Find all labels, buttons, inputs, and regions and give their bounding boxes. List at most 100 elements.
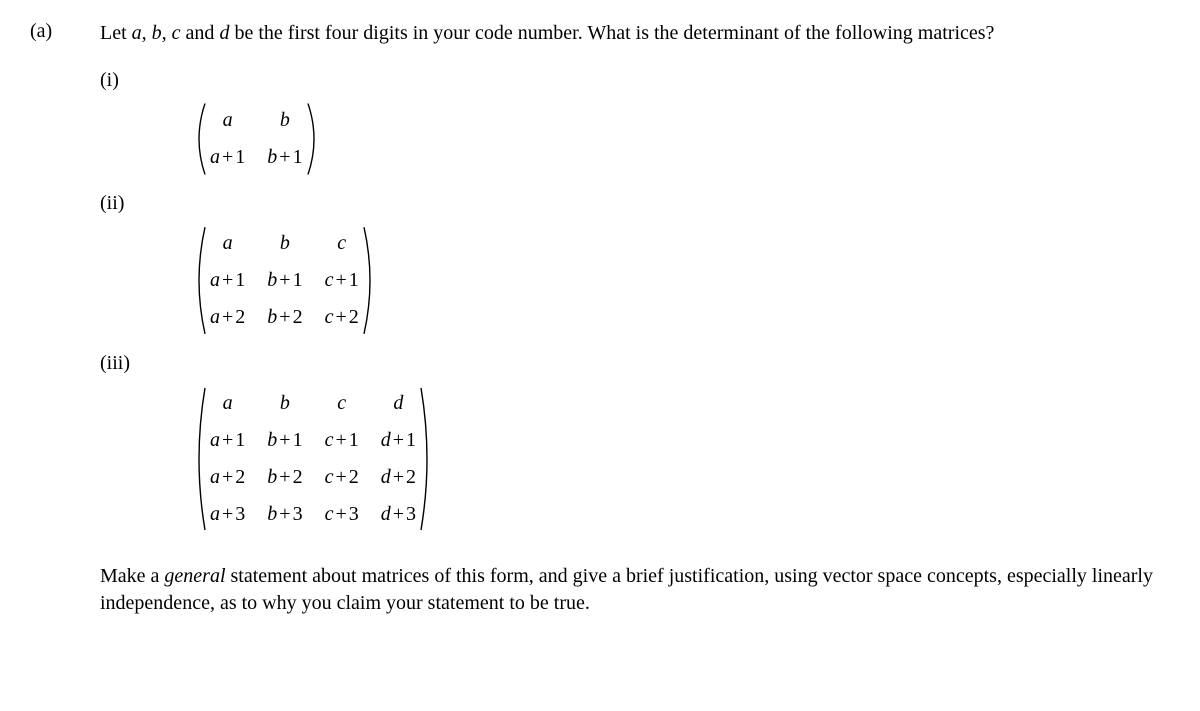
cell: b+2 — [267, 303, 302, 332]
cell-num: 3 — [235, 503, 245, 525]
cell: c — [325, 229, 359, 258]
cell: b — [267, 389, 302, 418]
problem-content: Let a, b, c and d be the first four digi… — [100, 20, 1170, 617]
cell: a — [210, 389, 245, 418]
closing-prefix: Make a — [100, 565, 164, 587]
matrix-iii: a b c d a+1 b+1 c+1 d+1 a+2 b+2 c+2 d+2 … — [190, 385, 436, 533]
cell-num: 3 — [293, 503, 303, 525]
matrix-i-container: a b a+1 b+1 — [100, 96, 1170, 190]
cell-num: 1 — [349, 429, 359, 451]
cell: d+3 — [381, 500, 416, 529]
cell: a — [210, 106, 245, 135]
cell-num: 2 — [349, 466, 359, 488]
cell: b+2 — [267, 463, 302, 492]
plus-sign: + — [220, 503, 235, 525]
cell: a+1 — [210, 426, 245, 455]
cell: d — [381, 389, 416, 418]
subpart-iii: (iii) — [100, 350, 1170, 375]
plus-sign: + — [220, 466, 235, 488]
cell-var: b — [267, 429, 277, 451]
plus-sign: + — [333, 466, 348, 488]
cell: a+1 — [210, 266, 245, 295]
cell-var: a — [210, 429, 220, 451]
plus-sign: + — [391, 466, 406, 488]
cell-num: 3 — [349, 503, 359, 525]
cell: b — [267, 106, 302, 135]
plus-sign: + — [220, 429, 235, 451]
cell: c+2 — [325, 463, 359, 492]
vars-abc: a, b, c — [132, 22, 181, 44]
cell-num: 3 — [406, 503, 416, 525]
cell-num: 1 — [406, 429, 416, 451]
cell: c+3 — [325, 500, 359, 529]
cell-num: 2 — [293, 306, 303, 328]
cell-var: a — [210, 466, 220, 488]
cell-var: d — [381, 429, 391, 451]
plus-sign: + — [391, 503, 406, 525]
question-text: Let a, b, c and d be the first four digi… — [100, 20, 1170, 47]
cell-num: 2 — [406, 466, 416, 488]
cell: a+3 — [210, 500, 245, 529]
var-d: d — [219, 22, 229, 44]
cell-num: 2 — [293, 466, 303, 488]
subpart-i-label: (i) — [100, 67, 190, 92]
cell: d+2 — [381, 463, 416, 492]
cell-var: d — [381, 466, 391, 488]
problem-row: (a) Let a, b, c and d be the first four … — [30, 20, 1170, 617]
matrix-ii-grid: a b c a+1 b+1 c+1 a+2 b+2 c+2 — [208, 225, 361, 336]
cell-var: b — [267, 503, 277, 525]
cell-var: b — [267, 269, 277, 291]
cell: a+2 — [210, 303, 245, 332]
cell: a+1 — [210, 143, 245, 172]
plus-sign: + — [333, 429, 348, 451]
plus-sign: + — [277, 503, 292, 525]
part-label: (a) — [30, 20, 100, 43]
plus-sign: + — [391, 429, 406, 451]
plus-sign: + — [277, 146, 292, 168]
cell-var: a — [210, 269, 220, 291]
left-paren-icon — [190, 225, 208, 336]
subpart-ii: (ii) — [100, 190, 1170, 215]
cell-num: 1 — [235, 146, 245, 168]
left-paren-icon — [190, 385, 208, 533]
left-paren-icon — [190, 102, 208, 176]
plus-sign: + — [277, 466, 292, 488]
cell-num: 2 — [235, 466, 245, 488]
matrix-ii-container: a b c a+1 b+1 c+1 a+2 b+2 c+2 — [100, 219, 1170, 350]
cell: c — [325, 389, 359, 418]
cell-num: 2 — [235, 306, 245, 328]
cell-num: 2 — [349, 306, 359, 328]
matrix-iii-container: a b c d a+1 b+1 c+1 d+1 a+2 b+2 c+2 d+2 … — [100, 379, 1170, 547]
cell-num: 1 — [349, 269, 359, 291]
cell: b+1 — [267, 426, 302, 455]
cell-num: 1 — [293, 429, 303, 451]
closing-text: Make a general statement about matrices … — [100, 563, 1170, 617]
matrix-iii-grid: a b c d a+1 b+1 c+1 d+1 a+2 b+2 c+2 d+2 … — [208, 385, 418, 533]
cell: b+1 — [267, 266, 302, 295]
closing-general: general — [164, 565, 225, 587]
cell: b+1 — [267, 143, 302, 172]
question-mid: be the first four digits in your code nu… — [229, 22, 994, 44]
cell: c+1 — [325, 266, 359, 295]
cell-var: a — [210, 146, 220, 168]
subpart-iii-label: (iii) — [100, 350, 190, 375]
right-paren-icon — [305, 102, 323, 176]
plus-sign: + — [333, 269, 348, 291]
right-paren-icon — [361, 225, 379, 336]
plus-sign: + — [220, 146, 235, 168]
matrix-i-grid: a b a+1 b+1 — [208, 102, 305, 176]
cell-var: a — [210, 503, 220, 525]
cell-var: a — [210, 306, 220, 328]
plus-sign: + — [277, 269, 292, 291]
closing-rest: statement about matrices of this form, a… — [100, 565, 1153, 614]
cell-var: d — [381, 503, 391, 525]
cell-num: 1 — [293, 269, 303, 291]
cell-var: b — [267, 466, 277, 488]
question-prefix: Let — [100, 22, 132, 44]
plus-sign: + — [220, 306, 235, 328]
cell-var: b — [267, 146, 277, 168]
subpart-ii-label: (ii) — [100, 190, 190, 215]
cell: a — [210, 229, 245, 258]
cell: a+2 — [210, 463, 245, 492]
plus-sign: + — [277, 306, 292, 328]
